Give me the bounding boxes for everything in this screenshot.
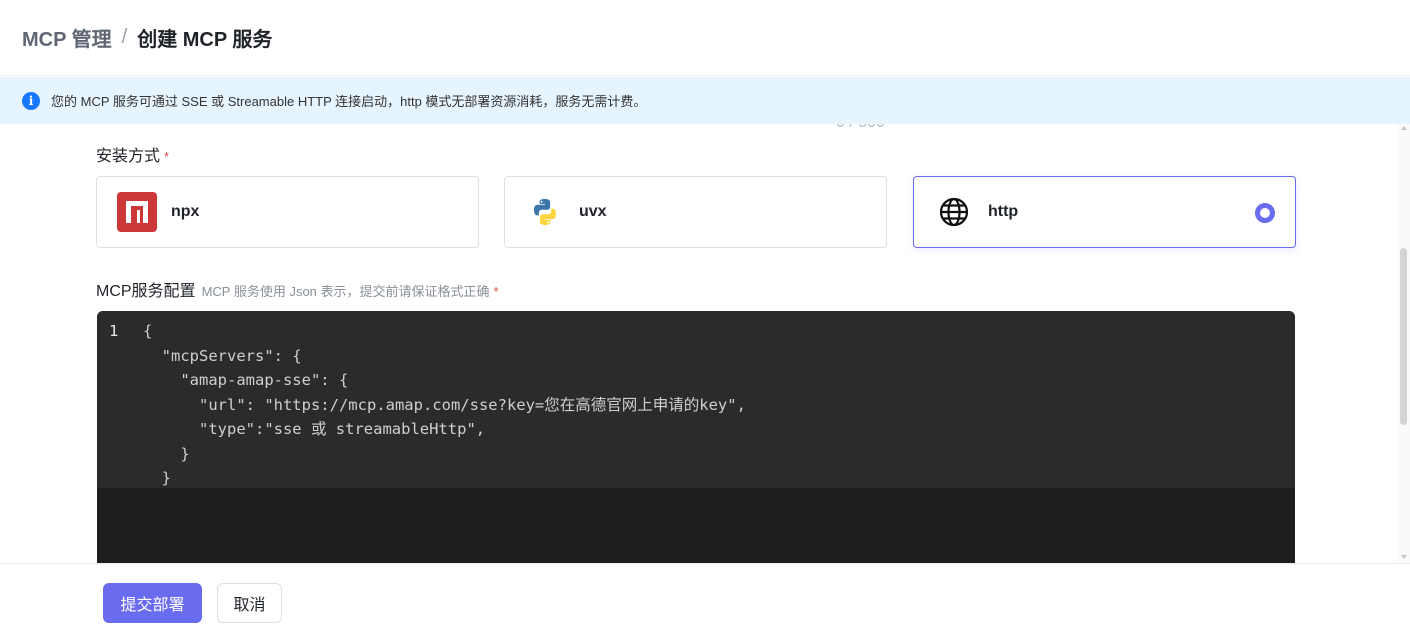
scrollbar-thumb[interactable]	[1400, 248, 1407, 425]
required-mark-config: *	[493, 284, 499, 299]
code-line: {	[143, 322, 153, 340]
breadcrumb-mcp-management[interactable]: MCP 管理	[22, 23, 112, 52]
globe-icon	[934, 192, 974, 232]
code-line: "mcpServers": {	[143, 346, 302, 365]
line-number: 1	[109, 322, 119, 340]
editor-gutter: 1	[109, 319, 118, 344]
install-option-uvx-label: uvx	[579, 203, 607, 220]
selected-radio[interactable]	[1255, 203, 1275, 223]
code-line: "amap-amap-sse": {	[143, 371, 349, 389]
info-icon: i	[22, 91, 40, 110]
page-title: 创建 MCP 服务	[137, 29, 273, 51]
install-method-options: npx uvx http	[96, 176, 1296, 248]
notice-text: 您的 MCP 服务可通过 SSE 或 Streamable HTTP 连接启动，…	[51, 94, 647, 109]
code-line: "url": "https://mcp.amap.com/sse?key=您在高…	[143, 395, 746, 414]
install-option-http-label: http	[988, 203, 1019, 220]
submit-deploy-button[interactable]: 提交部署	[103, 582, 202, 623]
install-option-npx-label: npx	[171, 203, 200, 220]
code-line: }	[143, 444, 190, 463]
install-option-npx[interactable]: npx	[96, 176, 479, 248]
config-label-text: MCP服务配置	[96, 283, 196, 300]
json-config-editor[interactable]: 1 { "mcpServers": { "amap-amap-sse": { "…	[97, 311, 1295, 563]
info-notice: i 您的 MCP 服务可通过 SSE 或 Streamable HTTP 连接启…	[0, 77, 1410, 124]
config-hint: MCP 服务使用 Json 表示，提交前请保证格式正确	[201, 284, 490, 299]
char-counter: 0 / 500	[836, 124, 885, 132]
breadcrumb-separator: /	[121, 26, 128, 48]
config-label: MCP服务配置 MCP 服务使用 Json 表示，提交前请保证格式正确 *	[96, 277, 499, 301]
breadcrumb: MCP 管理 / 创建 MCP 服务	[22, 23, 272, 52]
scroll-up-arrow-icon[interactable]	[1401, 126, 1407, 130]
required-mark: *	[164, 149, 170, 164]
install-option-uvx[interactable]: uvx	[504, 176, 887, 248]
npm-icon	[117, 192, 157, 232]
install-option-http[interactable]: http	[913, 176, 1296, 248]
cancel-button[interactable]: 取消	[217, 582, 282, 623]
form-footer: 提交部署 取消	[0, 563, 1410, 641]
form-content: 0 / 500 安装方式* npx	[0, 124, 1410, 563]
code-line: }	[143, 469, 171, 487]
python-icon	[525, 192, 565, 232]
install-method-label: 安装方式 *	[96, 142, 169, 166]
page-scrollbar[interactable]	[1398, 124, 1410, 563]
install-method-label-text: 安装方式	[96, 148, 161, 165]
editor-code[interactable]: { "mcpServers": { "amap-amap-sse": { "ur…	[143, 319, 746, 491]
scroll-down-arrow-icon[interactable]	[1401, 555, 1407, 559]
page-header: MCP 管理 / 创建 MCP 服务	[0, 0, 1410, 76]
code-line: "type":"sse 或 streamableHttp",	[143, 420, 486, 438]
